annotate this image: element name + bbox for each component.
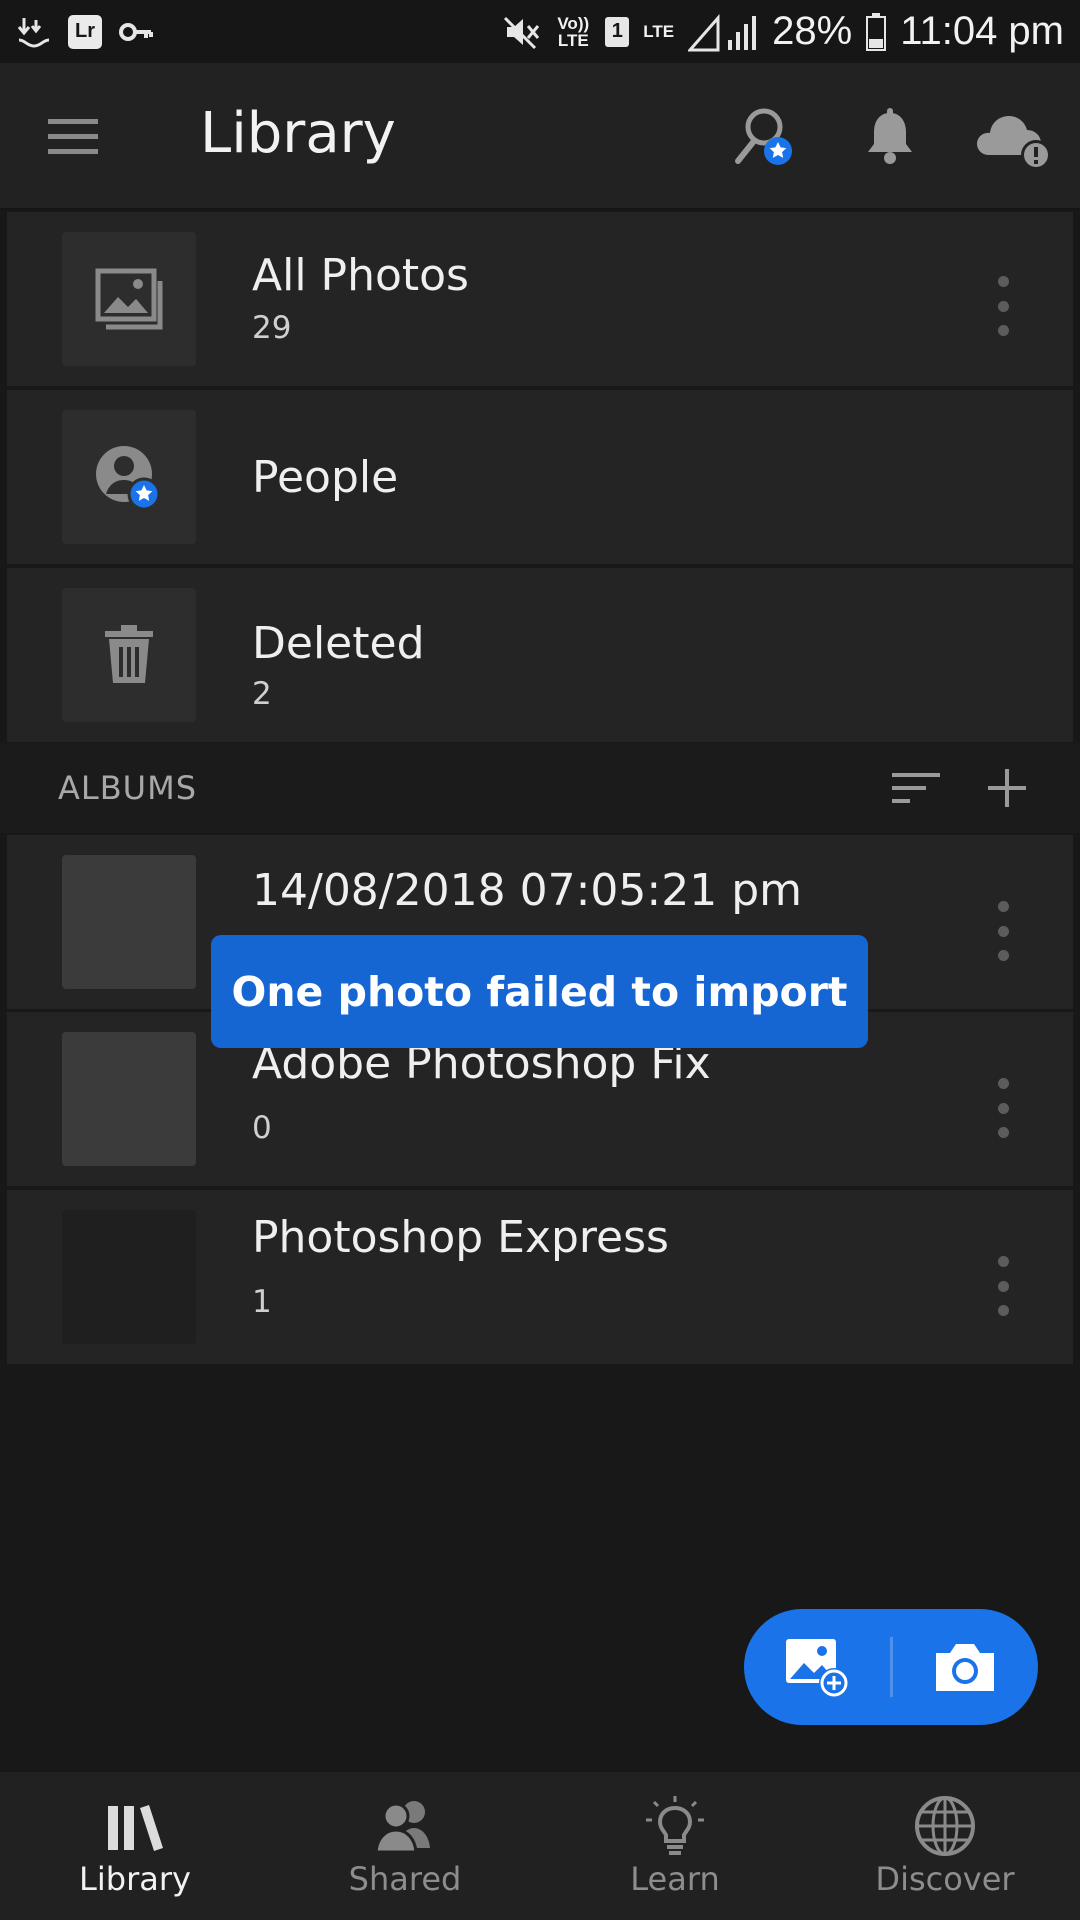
people-thumb [62, 410, 196, 544]
album-thumb [62, 855, 196, 989]
mute-icon [504, 16, 540, 49]
sort-albums-button[interactable] [888, 765, 944, 811]
row-title: People [252, 452, 399, 503]
library-item-deleted[interactable]: Deleted 2 [7, 568, 1073, 742]
battery-icon [866, 12, 887, 51]
signal-icon [688, 13, 757, 51]
lr-app-icon: Lr [68, 14, 102, 49]
cloud-alert-icon [977, 116, 1051, 170]
notifications-button[interactable] [855, 103, 925, 173]
album-item[interactable]: Photoshop Express 1 [7, 1190, 1073, 1364]
battery-percent: 28% [772, 9, 853, 53]
nav-discover[interactable]: Discover [810, 1772, 1080, 1920]
clock: 11:04 pm [900, 9, 1064, 53]
cloud-sync-button[interactable] [975, 103, 1055, 173]
row-title: Deleted [252, 618, 425, 669]
nav-shared[interactable]: Shared [270, 1772, 540, 1920]
album-thumb [62, 1210, 196, 1344]
row-title: All Photos [252, 250, 469, 301]
add-photo-icon [786, 1639, 849, 1698]
add-album-button[interactable] [982, 763, 1032, 813]
albums-section-header: ALBUMS [0, 743, 1080, 833]
vpn-key-icon [119, 22, 153, 41]
add-photo-button[interactable] [784, 1637, 850, 1699]
album-thumb [62, 1032, 196, 1166]
sort-icon [892, 773, 940, 803]
photos-icon [95, 268, 163, 330]
row-count: 1 [252, 1284, 272, 1320]
nav-learn[interactable]: Learn [540, 1772, 810, 1920]
more-options-icon[interactable] [993, 1256, 1013, 1316]
lightbulb-icon [646, 1796, 704, 1855]
globe-icon [915, 1796, 975, 1856]
search-button[interactable] [730, 103, 800, 173]
menu-icon [48, 119, 98, 154]
more-options-icon[interactable] [993, 1078, 1013, 1138]
page-title: Library [200, 101, 396, 166]
camera-icon [936, 1644, 994, 1691]
add-photos-fab [744, 1609, 1038, 1725]
import-error-toast: One photo failed to import [211, 935, 868, 1048]
plus-icon [988, 769, 1026, 807]
row-count: 0 [252, 1110, 272, 1146]
albums-label: ALBUMS [58, 769, 198, 807]
shared-people-icon [374, 1801, 430, 1854]
row-count: 29 [252, 310, 292, 346]
row-title: 14/08/2018 07:05:21 pm [252, 865, 802, 916]
camera-button[interactable] [932, 1639, 998, 1695]
more-options-icon[interactable] [993, 276, 1013, 336]
library-item-people[interactable]: People [7, 390, 1073, 564]
status-bar: Lr Vo)) LTE 1 LTE 28% 11:04 pm [0, 0, 1080, 63]
library-icon [108, 1805, 163, 1851]
deleted-thumb [62, 588, 196, 722]
row-count: 2 [252, 676, 272, 712]
bell-icon [868, 108, 912, 164]
sim-badge: 1 [605, 16, 630, 47]
nav-label: Shared [348, 1860, 462, 1898]
all-photos-thumb [62, 232, 196, 366]
person-star-icon [96, 446, 161, 511]
nav-library[interactable]: Library [0, 1772, 270, 1920]
lte-indicator: LTE [643, 22, 675, 41]
download-icon [17, 17, 50, 48]
menu-button[interactable] [40, 111, 106, 161]
nav-label: Library [79, 1860, 191, 1898]
volte-indicator: Vo)) LTE [557, 13, 590, 50]
row-title: Photoshop Express [252, 1212, 669, 1263]
nav-label: Discover [875, 1860, 1015, 1898]
library-item-all-photos[interactable]: All Photos 29 [7, 212, 1073, 386]
trash-icon [105, 625, 153, 683]
nav-label: Learn [630, 1860, 720, 1898]
more-options-icon[interactable] [993, 901, 1013, 961]
bottom-navigation: Library Shared Learn Discover [0, 1772, 1080, 1920]
app-bar: Library [0, 63, 1080, 210]
search-people-icon [735, 108, 792, 165]
fab-divider [890, 1637, 893, 1697]
